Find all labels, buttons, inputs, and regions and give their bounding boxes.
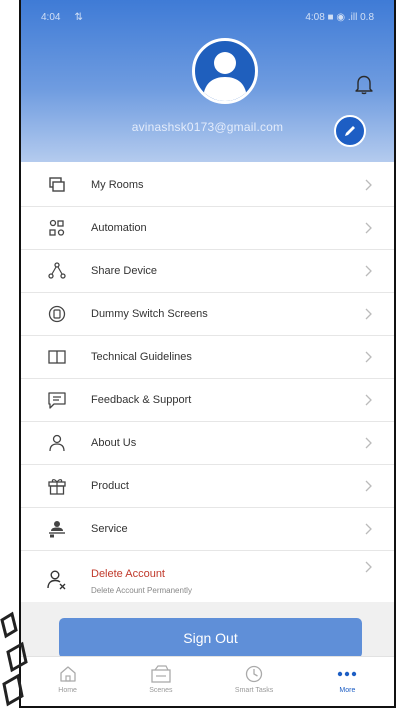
menu-item-technical-guidelines[interactable]: Technical Guidelines <box>21 336 394 379</box>
nav-more[interactable]: More <box>312 663 382 695</box>
chevron-right-icon <box>360 177 376 193</box>
nav-more-label: More <box>339 687 356 694</box>
service-icon <box>45 517 69 541</box>
signout-area: Sign Out <box>21 602 394 658</box>
person-icon <box>203 52 247 101</box>
menu-item-service[interactable]: Service <box>21 508 394 551</box>
book-icon <box>45 345 69 369</box>
user-remove-icon <box>45 568 69 592</box>
chevron-right-icon <box>360 478 376 494</box>
nav-home[interactable]: Home <box>33 663 103 695</box>
menu-item-label: Technical Guidelines <box>91 351 192 363</box>
menu-item-my-rooms[interactable]: My Rooms <box>21 164 394 207</box>
phone-screen: 4:04 ⇅ 4:08 ■ ◉ .ill 0.8 avinashsk0173@g… <box>19 0 396 708</box>
share-icon <box>45 259 69 283</box>
menu-item-label: Automation <box>91 222 147 234</box>
delete-account-label: Delete Account <box>91 568 165 580</box>
chevron-right-icon <box>360 349 376 365</box>
menu-item-label: Feedback & Support <box>91 394 192 406</box>
chevron-right-icon <box>360 220 376 236</box>
gift-icon <box>45 474 69 498</box>
menu-item-label: About Us <box>91 437 137 449</box>
menu-item-feedback-support[interactable]: Feedback & Support <box>21 379 394 422</box>
chevron-right-icon <box>360 521 376 537</box>
menu-item-dummy-switch-screens[interactable]: Dummy Switch Screens <box>21 293 394 336</box>
nav-scenes-label: Scenes <box>149 687 173 694</box>
chat-icon <box>45 388 69 412</box>
menu-item-label: Share Device <box>91 265 158 277</box>
status-time: 4:04 <box>41 11 61 23</box>
chevron-right-icon <box>360 392 376 408</box>
bottom-navigation: Home Scenes Smart Tasks More <box>21 656 394 706</box>
watermark-graphic <box>0 611 28 707</box>
menu-item-delete-account[interactable]: Delete Account Delete Account Permanentl… <box>21 551 394 609</box>
automation-icon <box>45 216 69 240</box>
scenes-icon <box>150 663 172 685</box>
status-bar: 4:04 ⇅ 4:08 ■ ◉ .ill 0.8 <box>21 8 394 26</box>
nav-smart-tasks[interactable]: Smart Tasks <box>219 663 289 695</box>
nav-scenes[interactable]: Scenes <box>126 663 196 695</box>
chevron-right-icon <box>360 559 376 575</box>
more-icon <box>336 663 358 685</box>
menu-item-label: Dummy Switch Screens <box>91 308 208 320</box>
menu-item-label: Product <box>91 480 129 492</box>
bell-icon[interactable] <box>352 72 376 96</box>
rooms-icon <box>45 173 69 197</box>
sign-out-button[interactable]: Sign Out <box>59 618 362 658</box>
nav-smart-tasks-label: Smart Tasks <box>234 687 274 694</box>
menu-item-label: Service <box>91 523 128 535</box>
pencil-icon <box>345 126 355 136</box>
chevron-right-icon <box>360 263 376 279</box>
delete-account-sublabel: Delete Account Permanently <box>91 586 192 595</box>
menu-item-label: My Rooms <box>91 179 144 191</box>
delete-account-text: Delete Account Delete Account Permanentl… <box>91 564 360 595</box>
menu-item-product[interactable]: Product <box>21 465 394 508</box>
person-icon <box>45 431 69 455</box>
settings-menu: My Rooms Automation Share Device Dummy S… <box>21 164 394 609</box>
chevron-right-icon <box>360 306 376 322</box>
tasks-icon <box>243 663 265 685</box>
chevron-right-icon <box>360 435 376 451</box>
avatar[interactable] <box>192 38 258 104</box>
menu-item-automation[interactable]: Automation <box>21 207 394 250</box>
status-right: 4:08 ■ ◉ .ill 0.8 <box>305 11 374 23</box>
status-carrier: ⇅ <box>74 11 83 23</box>
edit-profile-button[interactable] <box>334 115 366 147</box>
switch-icon <box>45 302 69 326</box>
profile-header: 4:04 ⇅ 4:08 ■ ◉ .ill 0.8 avinashsk0173@g… <box>21 0 394 162</box>
home-icon <box>57 663 79 685</box>
menu-item-about-us[interactable]: About Us <box>21 422 394 465</box>
menu-item-share-device[interactable]: Share Device <box>21 250 394 293</box>
nav-home-label: Home <box>58 687 77 694</box>
